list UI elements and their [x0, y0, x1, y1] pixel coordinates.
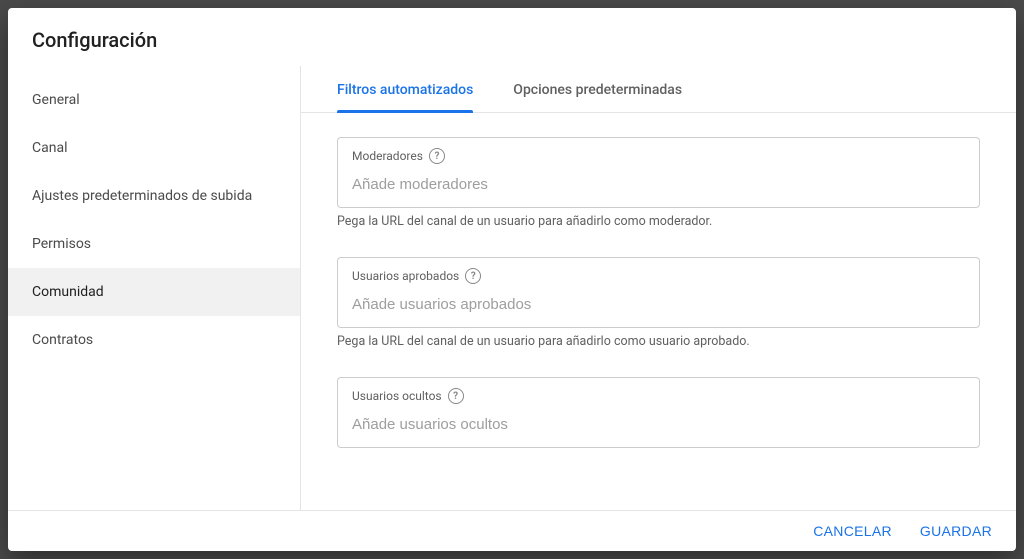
- sidebar-item-label: Contratos: [32, 332, 93, 348]
- sidebar-item-label: General: [32, 92, 80, 108]
- modal-footer: CANCELAR GUARDAR: [8, 510, 1016, 551]
- moderators-label: Moderadores: [352, 149, 423, 163]
- approved-users-label: Usuarios aprobados: [352, 269, 459, 283]
- cancel-button[interactable]: CANCELAR: [813, 523, 892, 539]
- sidebar-item-label: Comunidad: [32, 284, 104, 300]
- hidden-users-field: Usuarios ocultos ?: [337, 377, 980, 448]
- hidden-users-label: Usuarios ocultos: [352, 389, 442, 403]
- main-content: Filtros automatizados Opciones predeterm…: [300, 66, 1016, 510]
- sidebar-item-community[interactable]: Comunidad: [8, 268, 300, 316]
- sidebar-item-upload-defaults[interactable]: Ajustes predeterminados de subida: [8, 172, 300, 220]
- help-icon[interactable]: ?: [429, 148, 445, 164]
- sidebar-item-label: Ajustes predeterminados de subida: [32, 188, 252, 204]
- moderators-input[interactable]: [352, 176, 965, 193]
- modal-body: General Canal Ajustes predeterminados de…: [8, 66, 1016, 510]
- save-button[interactable]: GUARDAR: [920, 523, 992, 539]
- sidebar-item-label: Permisos: [32, 236, 91, 252]
- sidebar: General Canal Ajustes predeterminados de…: [8, 66, 300, 510]
- sidebar-item-canal[interactable]: Canal: [8, 124, 300, 172]
- sidebar-item-label: Canal: [32, 140, 67, 156]
- moderators-helper: Pega la URL del canal de un usuario para…: [337, 214, 980, 229]
- sidebar-item-general[interactable]: General: [8, 76, 300, 124]
- help-icon[interactable]: ?: [448, 388, 464, 404]
- tabs: Filtros automatizados Opciones predeterm…: [301, 66, 1016, 113]
- sidebar-item-permissions[interactable]: Permisos: [8, 220, 300, 268]
- tab-label: Filtros automatizados: [337, 82, 473, 98]
- approved-users-helper: Pega la URL del canal de un usuario para…: [337, 334, 980, 349]
- approved-users-input[interactable]: [352, 296, 965, 313]
- tab-label: Opciones predeterminadas: [513, 82, 682, 98]
- modal-header: Configuración: [8, 8, 1016, 66]
- page-title: Configuración: [32, 28, 992, 52]
- tab-default-options[interactable]: Opciones predeterminadas: [513, 82, 682, 112]
- approved-users-field: Usuarios aprobados ?: [337, 257, 980, 328]
- tab-automated-filters[interactable]: Filtros automatizados: [337, 82, 473, 112]
- moderators-field: Moderadores ?: [337, 137, 980, 208]
- settings-modal: Configuración General Canal Ajustes pred…: [8, 8, 1016, 551]
- hidden-users-input[interactable]: [352, 416, 965, 433]
- help-icon[interactable]: ?: [465, 268, 481, 284]
- sidebar-item-contracts[interactable]: Contratos: [8, 316, 300, 364]
